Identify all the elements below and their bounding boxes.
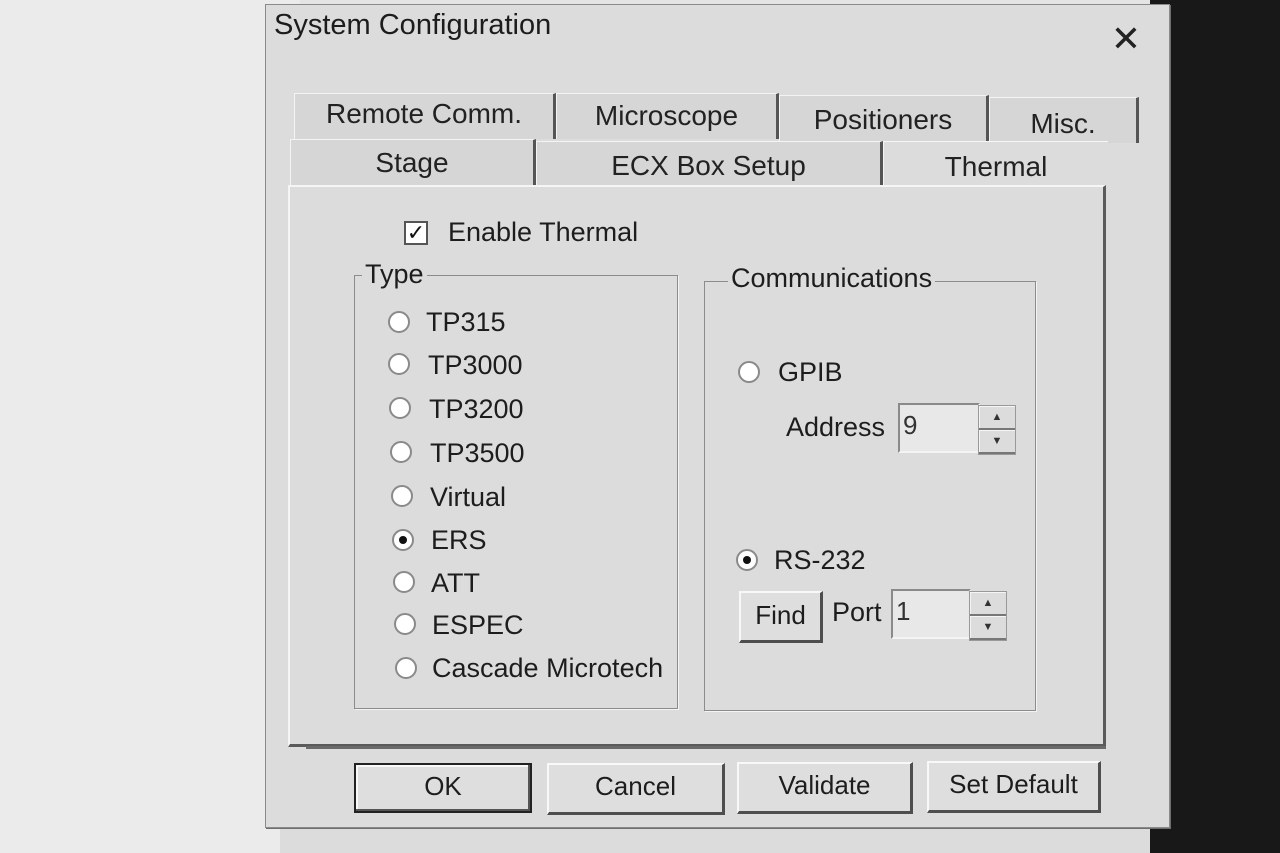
background-bottom (280, 826, 1150, 853)
tab-stage[interactable]: Stage (290, 139, 536, 185)
dialog-title: System Configuration (274, 9, 552, 41)
validate-button[interactable]: Validate (737, 762, 913, 814)
button-separator (306, 746, 1106, 749)
label-tp3200: TP3200 (429, 394, 524, 424)
address-field[interactable]: 9 (898, 403, 980, 453)
radio-tp315[interactable] (388, 311, 410, 333)
radio-tp3500[interactable] (390, 441, 412, 463)
port-spinner[interactable]: ▲ ▼ (969, 591, 1007, 641)
label-virtual: Virtual (430, 482, 507, 512)
radio-rs232[interactable] (736, 549, 758, 571)
radio-ers[interactable] (392, 529, 414, 551)
set-default-button[interactable]: Set Default (927, 761, 1101, 813)
address-spinner[interactable]: ▲ ▼ (978, 405, 1016, 455)
spin-down-icon[interactable]: ▼ (970, 616, 1006, 640)
find-button[interactable]: Find (739, 591, 823, 643)
tab-microscope[interactable]: Microscope (556, 93, 779, 139)
label-espec: ESPEC (432, 610, 524, 640)
type-group-title: Type (362, 259, 427, 290)
spin-down-icon[interactable]: ▼ (979, 430, 1015, 454)
port-field[interactable]: 1 (891, 589, 971, 639)
radio-cascade-microtech[interactable] (395, 657, 417, 679)
label-tp3500: TP3500 (430, 438, 525, 468)
tab-misc[interactable]: Misc. (989, 97, 1139, 143)
radio-tp3000[interactable] (388, 353, 410, 375)
background-left (0, 0, 300, 853)
ok-button[interactable]: OK (354, 763, 532, 813)
close-icon[interactable]: ✕ (1108, 21, 1144, 57)
port-label: Port (832, 597, 882, 627)
label-gpib: GPIB (778, 357, 843, 387)
label-tp3000: TP3000 (428, 350, 523, 380)
radio-virtual[interactable] (391, 485, 413, 507)
tab-thermal[interactable]: Thermal (883, 141, 1108, 187)
address-label: Address (786, 412, 886, 442)
radio-gpib[interactable] (738, 361, 760, 383)
radio-att[interactable] (393, 571, 415, 593)
label-tp315: TP315 (426, 307, 506, 337)
radio-tp3200[interactable] (389, 397, 411, 419)
radio-espec[interactable] (394, 613, 416, 635)
label-rs232: RS-232 (774, 545, 866, 575)
tab-positioners[interactable]: Positioners (779, 95, 989, 141)
label-cascade-microtech: Cascade Microtech (432, 653, 664, 683)
tab-ecx-box-setup[interactable]: ECX Box Setup (536, 141, 883, 187)
spin-up-icon[interactable]: ▲ (979, 406, 1015, 430)
label-ers: ERS (431, 525, 487, 555)
cancel-button[interactable]: Cancel (547, 763, 725, 815)
tab-remote-comm[interactable]: Remote Comm. (294, 93, 556, 139)
communications-group (704, 281, 1036, 711)
system-configuration-dialog: System Configuration ✕ Remote Comm. Micr… (265, 4, 1170, 828)
enable-thermal-label: Enable Thermal (448, 217, 639, 247)
enable-thermal-checkbox[interactable]: ✓ (404, 221, 428, 245)
communications-group-title: Communications (728, 263, 936, 294)
label-att: ATT (431, 568, 480, 598)
spin-up-icon[interactable]: ▲ (970, 592, 1006, 616)
